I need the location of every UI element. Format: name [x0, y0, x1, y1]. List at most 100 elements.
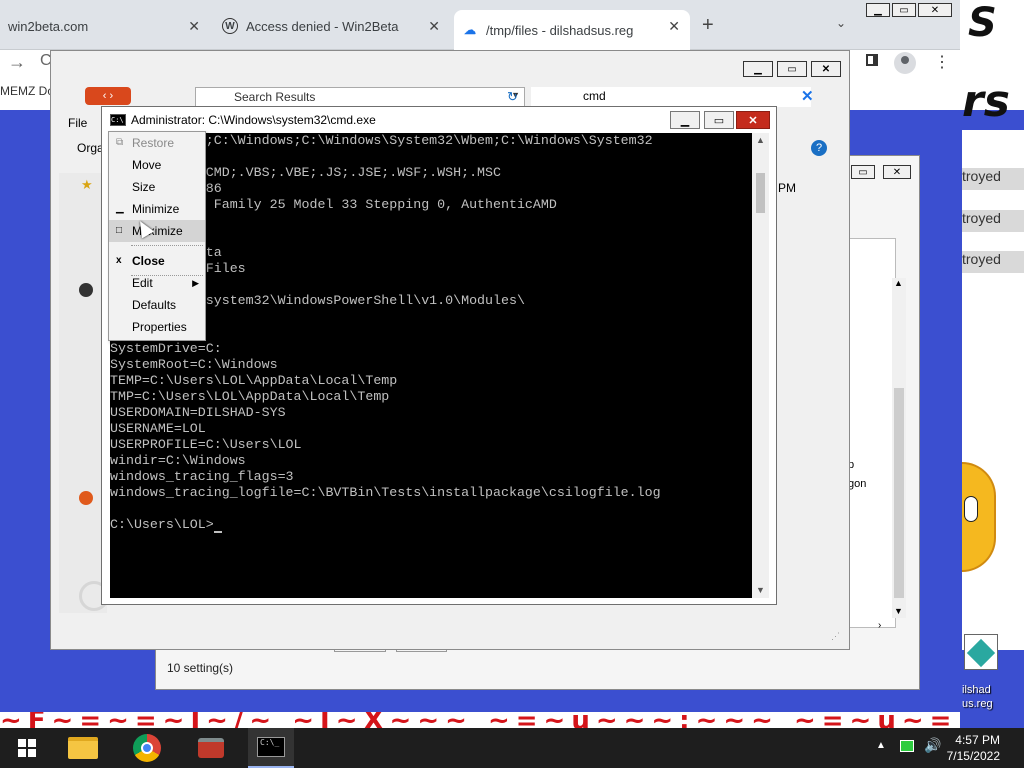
browser-close-button[interactable]: ✕ — [918, 3, 952, 17]
refresh-button-icon[interactable]: ↻ — [507, 89, 518, 105]
browser-tab-strip: win2beta.com ✕ W Access denied - Win2Bet… — [0, 0, 960, 50]
settings-maximize-button[interactable]: ▭ — [851, 165, 875, 179]
folder-icon — [68, 737, 98, 759]
tab-title: win2beta.com — [8, 18, 89, 34]
scroll-up-arrow-icon[interactable]: ▲ — [894, 278, 903, 288]
start-button[interactable] — [0, 728, 54, 768]
menu-item-label: Defaults — [132, 298, 177, 312]
network-icon[interactable] — [900, 740, 914, 752]
browser-maximize-button[interactable]: ▭ — [892, 3, 916, 17]
cmd-title-bar[interactable]: C:\ Administrator: C:\Windows\system32\c… — [102, 107, 776, 133]
star-icon: ★ — [81, 177, 93, 192]
console-scrollbar[interactable]: ▲ ▼ — [752, 133, 769, 598]
nav-back-forward-icon[interactable]: ‹ › — [85, 87, 131, 105]
browser-minimize-button[interactable]: ▁ — [866, 3, 890, 17]
settings-close-button[interactable]: ✕ — [883, 165, 911, 179]
power-icon — [79, 491, 93, 505]
scrollbar-track[interactable]: ▲ ▼ — [892, 278, 906, 618]
cmd-close-button[interactable]: ✕ — [736, 111, 770, 129]
time-fragment: PM — [778, 181, 796, 195]
resize-grip-icon[interactable]: ⋰ — [831, 631, 840, 642]
nav-pane: ★ — [59, 173, 107, 613]
menu-item-size[interactable]: Size — [109, 176, 205, 198]
tab-search-chevron-icon[interactable]: ⌄ — [836, 16, 846, 30]
sidebar-toggle-icon[interactable] — [866, 54, 878, 66]
menu-item-restore[interactable]: ⧉ Restore — [109, 132, 205, 154]
address-path: Search Results — [234, 90, 316, 104]
explorer-close-button[interactable]: ✕ — [811, 61, 841, 77]
menu-organize[interactable]: Orga — [77, 141, 104, 155]
browser-tab-2[interactable]: W Access denied - Win2Beta ✕ — [214, 10, 450, 42]
scroll-down-arrow-icon[interactable]: ▼ — [756, 585, 765, 595]
close-tab-icon[interactable]: ✕ — [428, 18, 440, 35]
reg-file-desktop-icon[interactable]: ilshad us.reg — [962, 632, 1002, 712]
new-tab-button[interactable]: + — [702, 14, 714, 37]
icon-label-line2: us.reg — [962, 698, 993, 710]
list-label-destroyed-2: troyed — [962, 210, 1024, 232]
console-line: SystemDrive=C: — [110, 341, 222, 356]
console-line: C:\ProgramData — [110, 245, 752, 261]
console-output[interactable]: ows\system32;C:\Windows;C:\Windows\Syste… — [110, 133, 752, 598]
scroll-up-arrow-icon[interactable]: ▲ — [756, 135, 765, 145]
explorer-minimize-button[interactable]: ▁ — [743, 61, 773, 77]
scroll-down-arrow-icon[interactable]: ▼ — [894, 606, 903, 616]
menu-item-move[interactable]: Move — [109, 154, 205, 176]
scrollbar-thumb[interactable] — [894, 388, 904, 598]
console-line: C:\Users\LOL> — [110, 517, 752, 533]
address-bar[interactable]: Search Results ▼ — [195, 87, 525, 107]
browser-tab-1[interactable]: win2beta.com ✕ — [0, 10, 210, 42]
clear-search-icon[interactable]: ✕ — [801, 87, 814, 105]
close-tab-icon[interactable]: ✕ — [668, 18, 680, 35]
scrollbar-thumb[interactable] — [756, 173, 765, 213]
menu-item-minimize[interactable]: ▁ Minimize — [109, 198, 205, 220]
console-line: ;.EXE;.BAT;.CMD;.VBS;.VBE;.JS;.JSE;.WSF;… — [110, 165, 501, 180]
console-line: VEL=25 — [110, 213, 752, 229]
menu-item-defaults[interactable]: Defaults — [109, 294, 205, 316]
bookmark-item[interactable]: MEMZ Dc — [0, 84, 53, 98]
menu-item-maximize[interactable]: □ Maximize — [109, 220, 205, 242]
status-bar-text: 10 setting(s) — [167, 661, 234, 675]
console-app-icon[interactable]: C:\ — [110, 114, 126, 126]
menu-item-label: Restore — [132, 136, 175, 150]
profile-avatar[interactable] — [894, 52, 916, 74]
cmd-minimize-button[interactable]: ▁ — [670, 111, 700, 129]
tab-title: Access denied - Win2Beta — [246, 18, 399, 34]
list-label-destroyed-1: troyed — [962, 168, 1024, 190]
search-box[interactable]: cmd ✕ — [531, 87, 814, 107]
cmd-maximize-button[interactable]: ▭ — [704, 111, 734, 129]
taskbar-chrome[interactable] — [124, 728, 170, 768]
explorer-maximize-button[interactable]: ▭ — [777, 61, 807, 77]
menu-item-label: Minimize — [132, 202, 180, 216]
taskbar-toolbox-app[interactable] — [188, 728, 234, 768]
console-line: TEMP=C:\Users\LOL\AppData\Local\Temp — [110, 373, 398, 388]
menu-item-label: Properties — [132, 320, 187, 334]
menu-item-properties[interactable]: Properties — [109, 316, 205, 338]
windows-logo-icon — [18, 739, 36, 757]
menu-item-label: Edit — [132, 276, 153, 290]
console-line: windows_tracing_logfile=C:\BVTBin\Tests\… — [110, 485, 661, 500]
list-item-2: gon — [848, 478, 867, 490]
browser-tab-3[interactable]: ☁ /tmp/files - dilshadsus.reg ✕ — [454, 10, 690, 50]
menu-separator — [131, 245, 203, 246]
volume-icon[interactable]: 🔊 — [924, 737, 941, 754]
menu-file[interactable]: File — [68, 116, 87, 130]
menu-item-label: Move — [132, 158, 162, 172]
forward-arrow-icon[interactable]: → — [8, 52, 26, 73]
console-line: SystemRoot=C:\Windows — [110, 357, 278, 372]
help-icon[interactable]: ? — [811, 140, 827, 156]
minimize-icon: ▁ — [116, 203, 124, 214]
taskbar-cmd[interactable]: C:\_ — [248, 728, 294, 768]
taskbar-file-explorer[interactable] — [60, 728, 106, 768]
red-scribble-banner: ~F~=~=~J~/~ ~I~X~~~ ~=~u~~~:~~~ ~=~u~=~ — [0, 712, 960, 728]
show-hidden-icons-chevron-icon[interactable]: ▲ — [876, 740, 886, 751]
console-line: ers\Public — [110, 309, 752, 325]
taskbar-clock[interactable]: 4:57 PM 7/15/2022 — [947, 732, 1000, 764]
smiley-face-image — [962, 462, 996, 572]
kebab-menu-icon[interactable]: ⋮ — [934, 52, 950, 72]
menu-item-close[interactable]: x Close — [109, 250, 205, 272]
console-line: ENTIFIER=x86 Family 25 Model 33 Stepping… — [110, 197, 557, 212]
scroll-right-arrow-icon[interactable]: › — [878, 620, 881, 631]
close-tab-icon[interactable]: ✕ — [188, 18, 200, 35]
menu-item-edit[interactable]: Edit ▶ — [109, 272, 205, 294]
